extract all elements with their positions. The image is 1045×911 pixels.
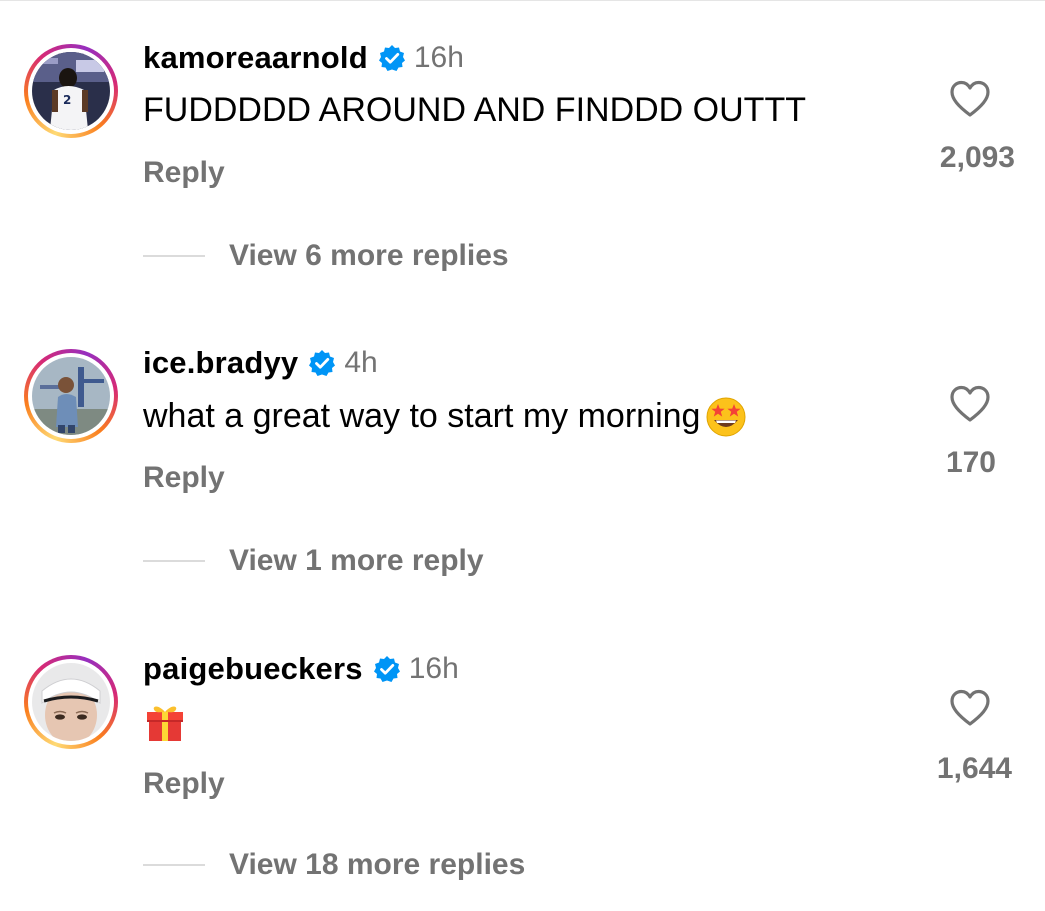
avatar-photo: [32, 357, 110, 435]
comment-text: [143, 699, 187, 743]
comment-text-content: FUDDDDD AROUND AND FINDDD OUTTT: [143, 90, 806, 129]
verified-badge-icon: [308, 349, 336, 377]
comment-header: kamoreaarnold 16h: [143, 38, 464, 78]
timestamp: 16h: [408, 652, 459, 685]
divider-line: [143, 864, 205, 866]
username[interactable]: ice.bradyy: [143, 345, 298, 381]
view-replies-button[interactable]: View 6 more replies: [143, 236, 509, 276]
reply-button[interactable]: Reply: [143, 461, 225, 495]
comment-header: ice.bradyy 4h: [143, 343, 378, 383]
gift-emoji-icon: [143, 699, 187, 743]
divider-line: [143, 255, 205, 257]
like-count: 1,644: [936, 752, 1012, 785]
comment-header: paigebueckers 16h: [143, 649, 459, 689]
star-struck-emoji-icon: [704, 394, 748, 438]
svg-text:2: 2: [63, 93, 71, 107]
username[interactable]: kamoreaarnold: [143, 40, 368, 76]
reply-button[interactable]: Reply: [143, 156, 225, 190]
avatar[interactable]: [24, 655, 118, 749]
view-replies-button[interactable]: View 1 more reply: [143, 541, 484, 581]
comment-text: FUDDDDD AROUND AND FINDDD OUTTT: [143, 88, 806, 132]
username[interactable]: paigebueckers: [143, 651, 363, 687]
avatar[interactable]: [24, 349, 118, 443]
avatar-photo: [32, 663, 110, 741]
like-count: 170: [945, 446, 996, 479]
heart-outline-icon[interactable]: [949, 689, 991, 727]
avatar[interactable]: 2: [24, 44, 118, 138]
divider-line: [143, 560, 205, 562]
timestamp: 16h: [413, 41, 464, 74]
comment-item: 2 kamoreaarnold 16h FUDDDDD AROUND AND F…: [0, 0, 1045, 300]
like-count: 2,093: [939, 141, 1015, 174]
verified-badge-icon: [373, 655, 401, 683]
comment-text-content: what a great way to start my morning: [143, 396, 701, 435]
comment-item: ice.bradyy 4h what a great way to start …: [0, 305, 1045, 605]
heart-outline-icon[interactable]: [949, 385, 991, 423]
verified-badge-icon: [378, 44, 406, 72]
timestamp: 4h: [344, 346, 378, 379]
view-replies-label: View 6 more replies: [229, 239, 509, 272]
comment-text: what a great way to start my morning: [143, 394, 748, 438]
avatar-photo: 2: [32, 52, 110, 130]
view-replies-label: View 1 more reply: [229, 544, 484, 577]
reply-button[interactable]: Reply: [143, 767, 225, 801]
comment-item: paigebueckers 16h Reply View 18 more rep…: [0, 611, 1045, 911]
view-replies-label: View 18 more replies: [229, 848, 526, 881]
view-replies-button[interactable]: View 18 more replies: [143, 845, 525, 885]
heart-outline-icon[interactable]: [949, 80, 991, 118]
